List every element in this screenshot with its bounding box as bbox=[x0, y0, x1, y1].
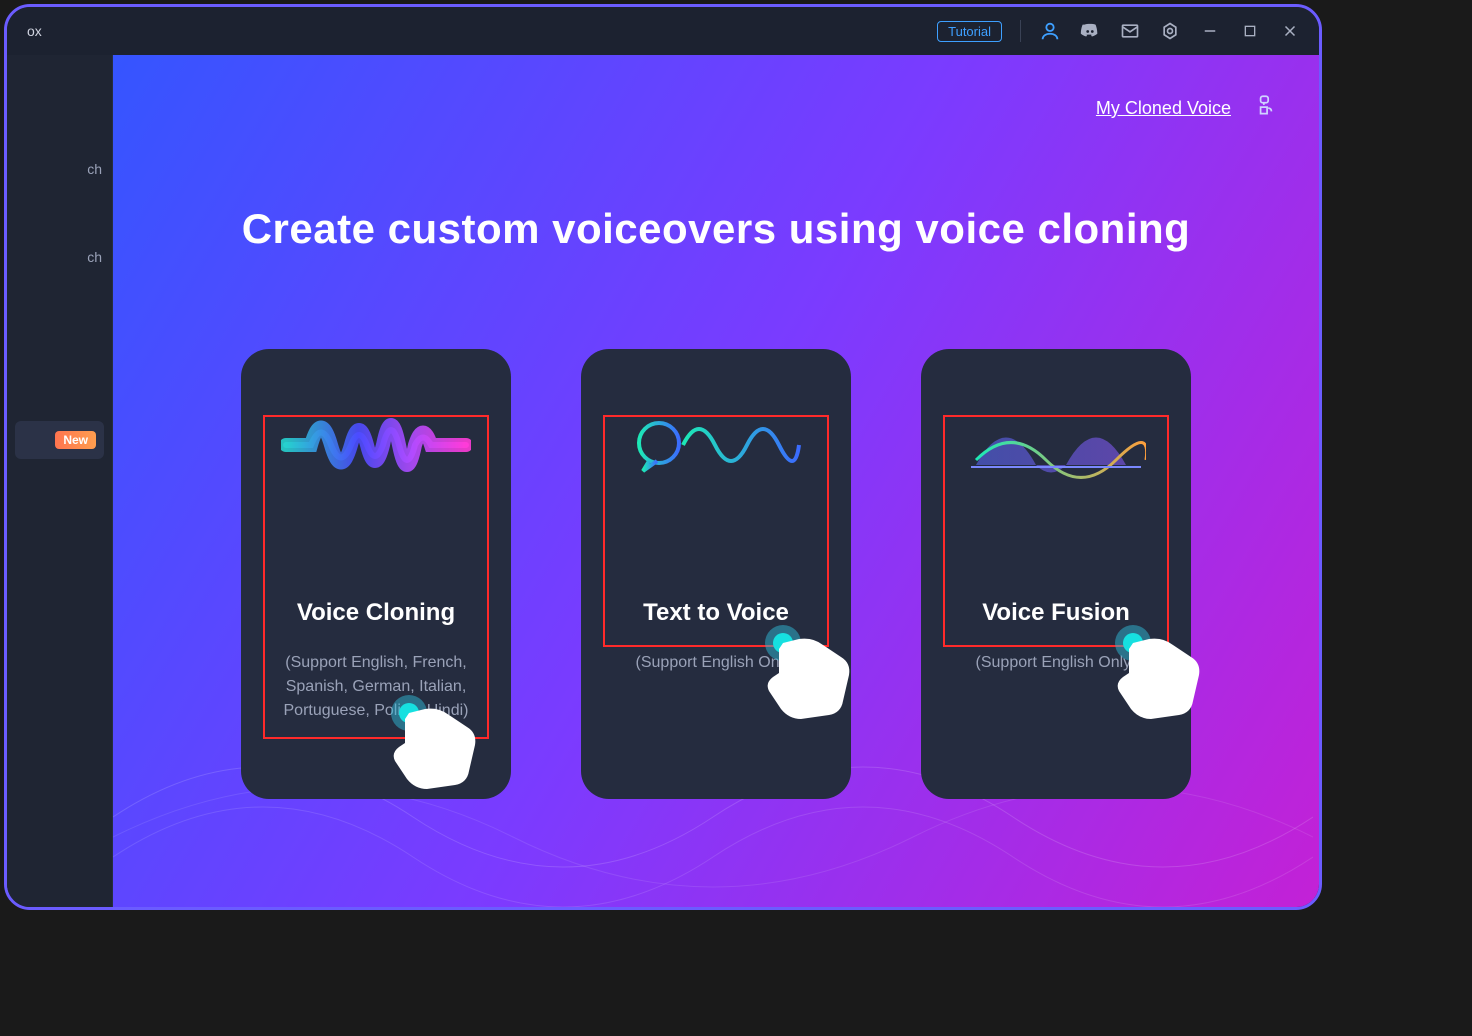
user-icon[interactable] bbox=[1039, 20, 1061, 42]
card-subtitle: (Support English Only) bbox=[939, 651, 1173, 675]
card-voice-cloning[interactable]: Voice Cloning (Support English, French, … bbox=[241, 349, 511, 799]
sidebar-item-2[interactable]: ch bbox=[7, 243, 112, 271]
pointer-icon bbox=[1101, 619, 1221, 739]
card-subtitle: (Support English, French, Spanish, Germa… bbox=[259, 651, 493, 723]
tutorial-button[interactable]: Tutorial bbox=[937, 21, 1002, 42]
page-headline: Create custom voiceovers using voice clo… bbox=[113, 205, 1319, 253]
close-icon[interactable] bbox=[1279, 20, 1301, 42]
feedback-icon[interactable] bbox=[1253, 93, 1279, 124]
card-title: Voice Fusion bbox=[939, 599, 1173, 627]
app-title: ox bbox=[27, 23, 42, 39]
settings-icon[interactable] bbox=[1159, 20, 1181, 42]
main-panel: My Cloned Voice Create custom voiceovers… bbox=[113, 55, 1319, 907]
card-text-to-voice[interactable]: Text to Voice (Support English Only) bbox=[581, 349, 851, 799]
sidebar-item-1[interactable]: ch bbox=[7, 155, 112, 183]
pointer-icon bbox=[751, 619, 871, 739]
titlebar: ox Tutorial bbox=[7, 7, 1319, 55]
text-to-voice-icon bbox=[581, 405, 851, 485]
card-title: Voice Cloning bbox=[259, 599, 493, 627]
voice-fusion-icon bbox=[921, 405, 1191, 485]
sidebar-item-new[interactable]: New bbox=[15, 421, 104, 459]
minimize-icon[interactable] bbox=[1199, 20, 1221, 42]
my-cloned-voice-link[interactable]: My Cloned Voice bbox=[1096, 98, 1231, 119]
voice-cloning-icon bbox=[241, 405, 511, 485]
card-title: Text to Voice bbox=[599, 599, 833, 627]
separator bbox=[1020, 20, 1021, 42]
card-subtitle: (Support English Only) bbox=[599, 651, 833, 675]
maximize-icon[interactable] bbox=[1239, 20, 1261, 42]
top-row: My Cloned Voice bbox=[1096, 93, 1279, 124]
body: ch ch New My Cloned Voice bbox=[7, 55, 1319, 907]
cards-row: Voice Cloning (Support English, French, … bbox=[113, 349, 1319, 799]
discord-icon[interactable] bbox=[1079, 20, 1101, 42]
card-voice-fusion[interactable]: Voice Fusion (Support English Only) bbox=[921, 349, 1191, 799]
new-badge: New bbox=[55, 431, 96, 449]
sidebar: ch ch New bbox=[7, 55, 113, 907]
app-window: ox Tutorial bbox=[4, 4, 1322, 910]
mail-icon[interactable] bbox=[1119, 20, 1141, 42]
